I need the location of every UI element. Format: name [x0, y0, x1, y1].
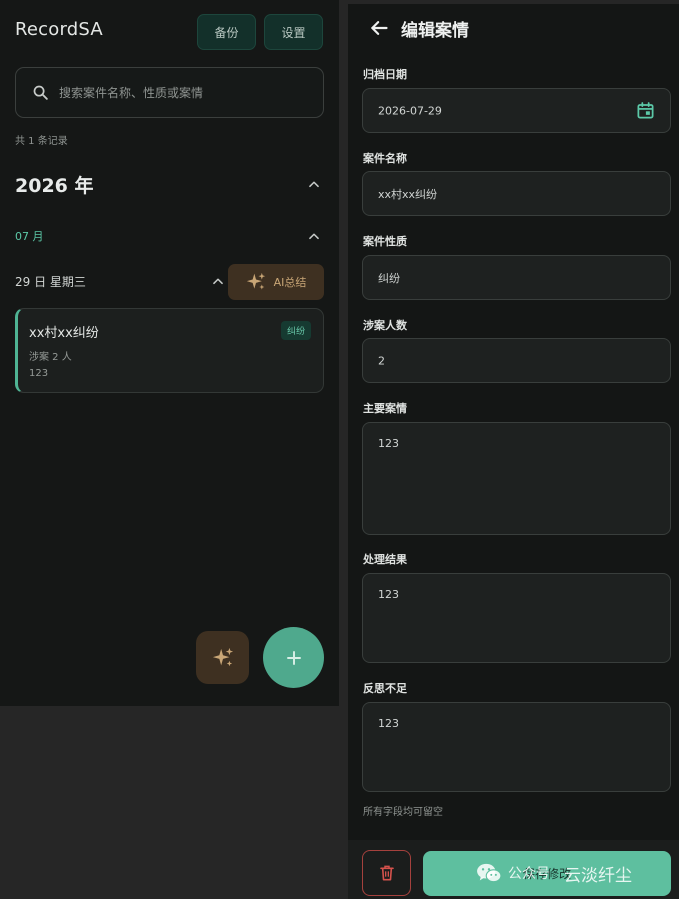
case-name-value: xx村xx纠纷 — [378, 187, 438, 201]
trash-icon — [379, 865, 394, 881]
result-label: 处理结果 — [363, 553, 407, 566]
archive-date-value: 2026-07-29 — [378, 104, 442, 117]
people-count-field[interactable]: 2 — [362, 338, 671, 383]
hint-text: 所有字段均可留空 — [363, 807, 443, 818]
settings-button[interactable]: 设置 — [264, 14, 323, 50]
watermark-name: 云淡纤尘 — [564, 865, 632, 886]
record-count: 共 1 条记录 — [15, 136, 68, 147]
delete-button[interactable] — [362, 850, 411, 896]
sparkle-icon — [246, 272, 265, 290]
search-box[interactable] — [15, 67, 324, 118]
people-count-label: 涉案人数 — [363, 319, 407, 332]
case-list-pane: RecordSA 备份 设置 共 1 条记录 2026 年 07 月 29 日 … — [0, 0, 339, 706]
backup-button[interactable]: 备份 — [197, 14, 256, 50]
main-facts-value: 123 — [378, 437, 399, 450]
month-group-header[interactable]: 07 月 — [15, 226, 321, 246]
search-input[interactable] — [59, 85, 299, 100]
people-count-value: 2 — [378, 354, 385, 367]
day-group-header[interactable]: 29 日 星期三 — [15, 271, 225, 291]
reflection-label: 反思不足 — [363, 682, 407, 695]
archive-date-field[interactable]: 2026-07-29 — [362, 88, 671, 133]
main-facts-label: 主要案情 — [363, 402, 407, 415]
arrow-left-icon[interactable] — [369, 18, 389, 38]
case-name-label: 案件名称 — [363, 152, 407, 165]
reflection-textarea[interactable]: 123 — [362, 702, 671, 792]
archive-date-label: 归档日期 — [363, 68, 407, 81]
case-type-value: 纠纷 — [378, 271, 400, 285]
sparkle-icon — [212, 647, 233, 666]
case-card-title: xx村xx纠纷 — [29, 326, 99, 341]
case-card-people: 涉案 2 人 — [29, 352, 72, 363]
case-card[interactable]: xx村xx纠纷 纠纷 涉案 2 人 123 — [15, 308, 324, 393]
add-case-button[interactable] — [263, 627, 324, 688]
watermark: 公众号 云淡纤尘 — [476, 858, 632, 888]
case-card-desc: 123 — [29, 368, 49, 379]
app-title: RecordSA — [15, 19, 103, 40]
result-textarea[interactable]: 123 — [362, 573, 671, 663]
chevron-up-icon[interactable] — [307, 177, 321, 191]
reflection-value: 123 — [378, 717, 399, 730]
chevron-up-icon[interactable] — [307, 229, 321, 243]
case-type-field[interactable]: 纠纷 — [362, 255, 671, 300]
day-label: 29 日 星期三 — [15, 274, 86, 289]
case-type-badge: 纠纷 — [280, 321, 311, 340]
case-name-field[interactable]: xx村xx纠纷 — [362, 171, 671, 216]
ai-summary-button[interactable]: AI总结 — [228, 264, 324, 300]
month-label: 07 月 — [15, 230, 44, 243]
wechat-icon — [477, 863, 502, 883]
year-label: 2026 年 — [15, 174, 94, 197]
watermark-account: 公众号 — [508, 866, 550, 882]
case-type-label: 案件性质 — [363, 235, 407, 248]
plus-icon — [286, 650, 301, 665]
ai-summary-label: AI总结 — [273, 276, 307, 289]
calendar-icon[interactable] — [636, 101, 655, 120]
ai-fab-button[interactable] — [196, 631, 249, 684]
search-icon — [33, 85, 48, 100]
page-title: 编辑案情 — [401, 21, 469, 41]
chevron-up-icon[interactable] — [211, 274, 225, 288]
main-facts-textarea[interactable]: 123 — [362, 422, 671, 535]
year-group-header[interactable]: 2026 年 — [15, 172, 321, 197]
result-value: 123 — [378, 588, 399, 601]
